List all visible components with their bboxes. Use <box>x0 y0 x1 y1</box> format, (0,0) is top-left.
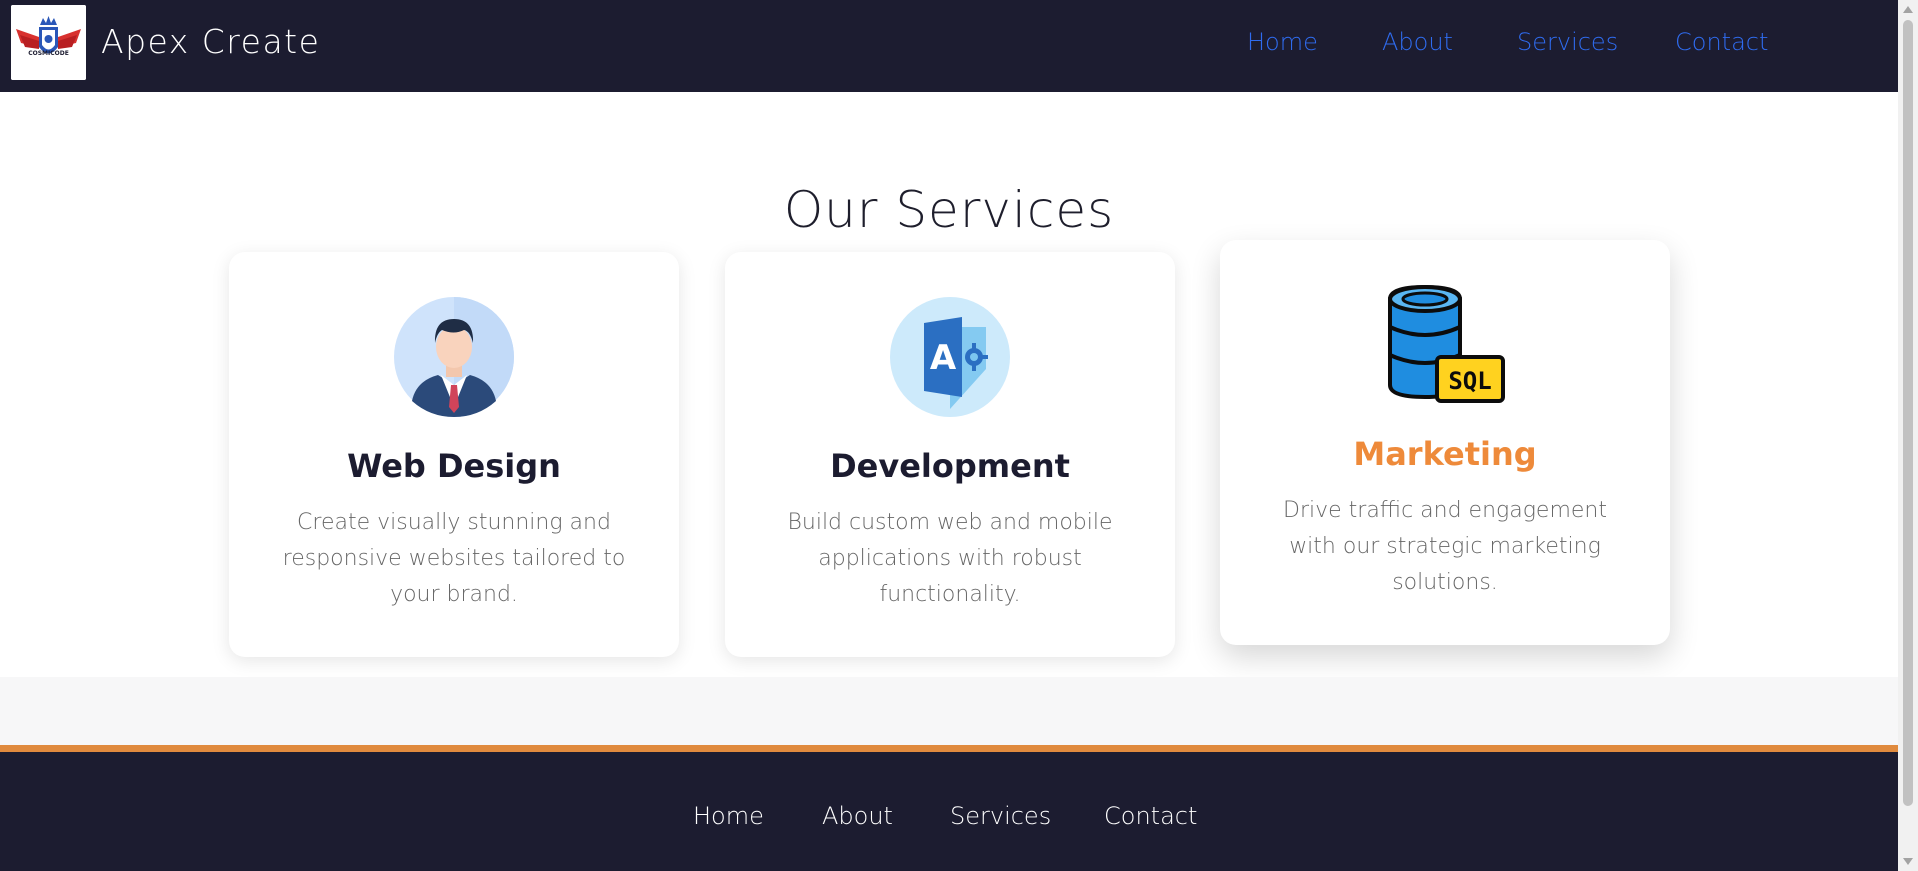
svg-text:A: A <box>930 338 957 378</box>
card-title: Development <box>830 447 1070 485</box>
brand-logo[interactable]: COSMICODE <box>11 5 86 80</box>
nav-services[interactable]: Services <box>1517 28 1618 56</box>
footer-nav-about[interactable]: About <box>822 802 893 830</box>
footer-nav-home[interactable]: Home <box>693 802 764 830</box>
card-description: Create visually stunning and responsive … <box>282 510 626 607</box>
section-band <box>0 677 1898 747</box>
businessman-icon <box>394 297 514 417</box>
service-card-web-design[interactable]: Web Design Create visually stunning and … <box>229 252 679 657</box>
site-footer: Home About Services Contact <box>0 745 1898 871</box>
logo-emblem-icon: COSMICODE <box>11 5 86 80</box>
footer-nav-contact[interactable]: Contact <box>1104 802 1197 830</box>
card-description: Build custom web and mobile applications… <box>787 510 1113 607</box>
brand-name[interactable]: Apex Create <box>101 22 320 61</box>
sql-database-icon: SQL <box>1385 284 1505 405</box>
logo-text: COSMICODE <box>28 50 69 57</box>
card-title: Marketing <box>1353 435 1537 473</box>
sql-label: SQL <box>1448 367 1491 395</box>
page: COSMICODE Apex Create Home About Service… <box>0 0 1898 871</box>
vertical-scrollbar[interactable] <box>1898 0 1918 871</box>
scroll-down-arrow-icon[interactable] <box>1903 858 1913 865</box>
service-card-development[interactable]: A Development Build custom web and mobil… <box>725 252 1175 657</box>
card-description: Drive traffic and engagement with our st… <box>1283 498 1607 595</box>
footer-nav-services[interactable]: Services <box>950 802 1051 830</box>
nav-home[interactable]: Home <box>1247 28 1318 56</box>
site-header: COSMICODE Apex Create Home About Service… <box>0 0 1898 92</box>
scroll-up-arrow-icon[interactable] <box>1903 6 1913 13</box>
app-settings-icon: A <box>890 297 1010 417</box>
service-card-marketing[interactable]: SQL Marketing Drive traffic and engageme… <box>1220 240 1670 645</box>
section-title: Our Services <box>783 181 1115 239</box>
nav-about[interactable]: About <box>1382 28 1453 56</box>
card-title: Web Design <box>347 447 561 485</box>
scrollbar-thumb[interactable] <box>1903 20 1913 806</box>
nav-contact[interactable]: Contact <box>1675 28 1768 56</box>
